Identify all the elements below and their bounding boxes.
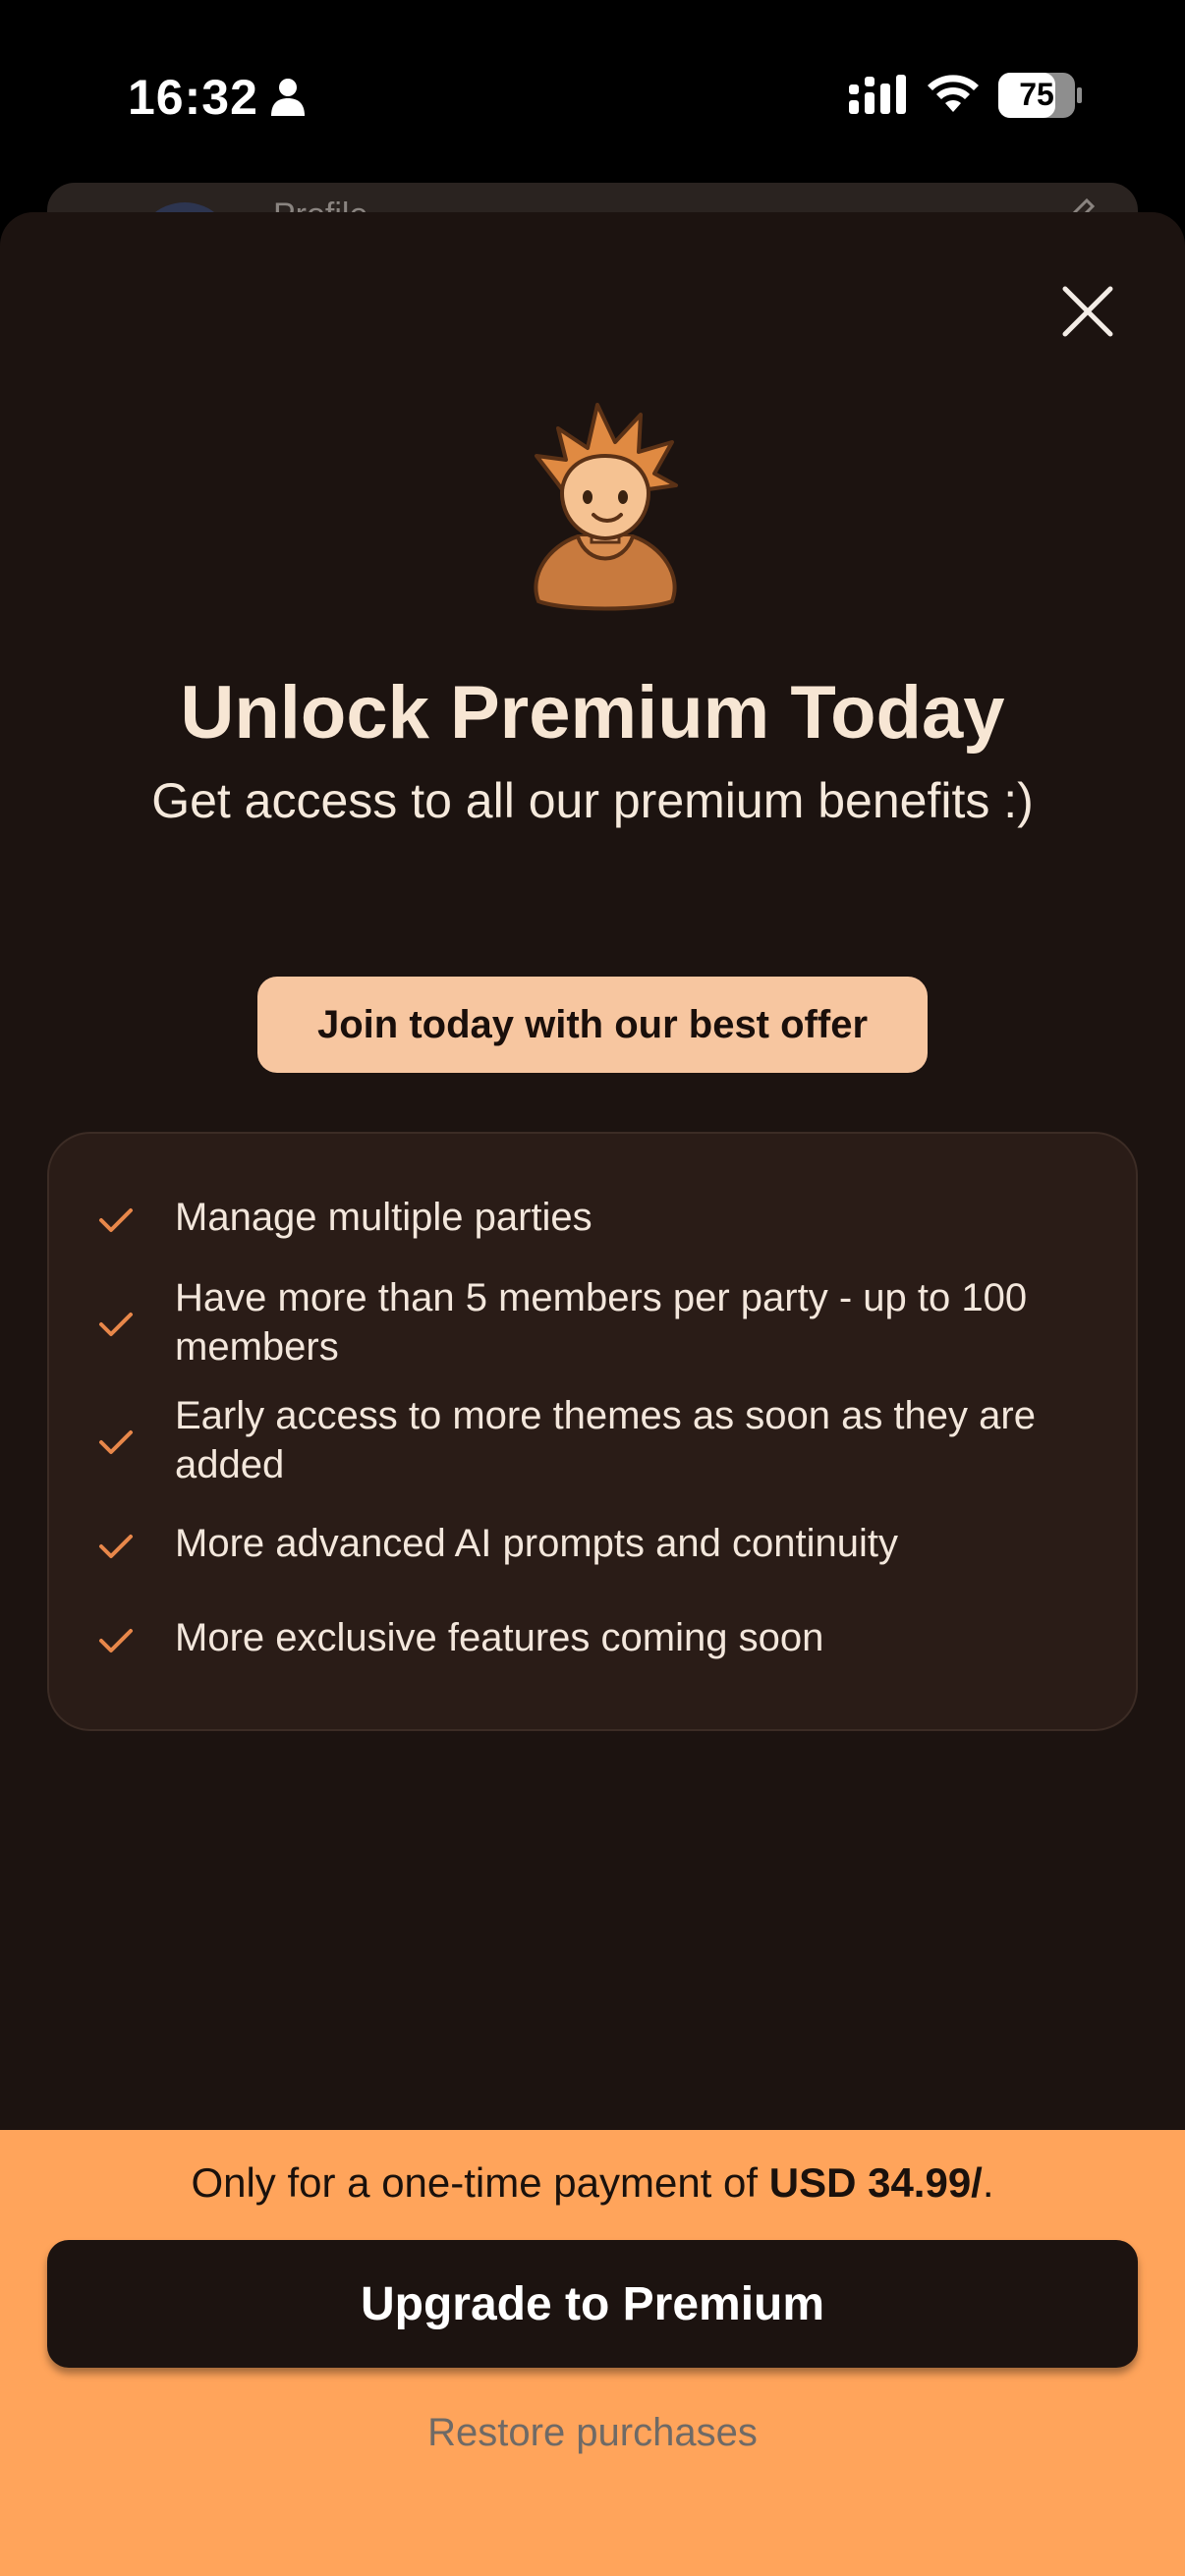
- price-amount: USD 34.99/: [768, 2159, 983, 2206]
- purchase-footer: Only for a one-time payment of USD 34.99…: [0, 2130, 1185, 2576]
- checkmark-icon: [99, 1430, 133, 1454]
- checkmark-icon: [99, 1313, 133, 1336]
- checkmark-icon: [99, 1535, 133, 1558]
- benefit-text: More advanced AI prompts and continuity: [175, 1522, 898, 1565]
- person-icon: [271, 79, 305, 116]
- premium-paywall-screen: 16:32 75 Profile: [0, 0, 1185, 2576]
- battery-level: 75: [1019, 77, 1054, 112]
- status-time: 16:32: [128, 70, 258, 125]
- price-suffix: .: [982, 2159, 994, 2206]
- modal-subtitle: Get access to all our premium benefits :…: [151, 773, 1034, 828]
- best-offer-badge: Join today with our best offer: [257, 977, 928, 1073]
- signal-icon: [849, 75, 906, 114]
- upgrade-to-premium-button[interactable]: Upgrade to Premium: [47, 2240, 1138, 2368]
- checkmark-icon: [99, 1629, 133, 1652]
- price-prefix: Only for a one-time payment of: [191, 2159, 769, 2206]
- benefit-text: More exclusive features coming soon: [175, 1616, 824, 1659]
- benefit-text: Have more than 5 members per party - up …: [175, 1276, 1028, 1369]
- close-icon[interactable]: [1057, 281, 1118, 342]
- checkmark-icon: [99, 1208, 133, 1232]
- wifi-icon: [928, 75, 979, 112]
- price-text: Only for a one-time payment of USD 34.99…: [0, 2159, 1185, 2207]
- status-bar: 16:32 75: [0, 0, 1185, 187]
- modal-title: Unlock Premium Today: [180, 671, 1005, 755]
- restore-purchases-link[interactable]: Restore purchases: [0, 2411, 1185, 2455]
- benefit-text: Manage multiple parties: [175, 1196, 592, 1239]
- benefits-list: Manage multiple parties Have more than 5…: [47, 1132, 1138, 1731]
- benefit-text: Early access to more themes as soon as t…: [175, 1394, 1036, 1486]
- mascot-character-illustration: [534, 403, 678, 611]
